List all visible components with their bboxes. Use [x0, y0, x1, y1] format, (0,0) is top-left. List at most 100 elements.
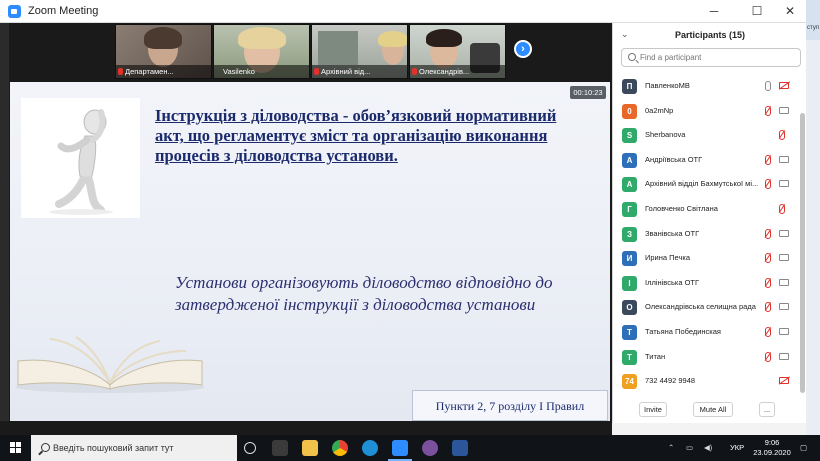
camera-icon[interactable]: [779, 278, 789, 286]
background-cabinet: [318, 31, 358, 65]
avatar: 0: [622, 103, 637, 119]
camera-off-icon[interactable]: [779, 377, 789, 385]
participant-row[interactable]: 74 732 4492 9948: [613, 370, 799, 395]
windows-start-button[interactable]: [10, 442, 22, 454]
avatar: О: [622, 300, 637, 316]
participant-row[interactable]: 0 0a2mNp: [613, 100, 799, 125]
avatar: 74: [622, 374, 637, 390]
participant-row[interactable]: І Іллінівська ОТГ: [613, 272, 799, 297]
video-thumbnail[interactable]: Олександрів...: [409, 24, 506, 79]
video-thumbnail[interactable]: Департамен...: [115, 24, 212, 79]
participant-row[interactable]: Т Титан: [613, 346, 799, 371]
recording-timer: 00:10:23: [570, 86, 606, 99]
participant-hair: [378, 31, 407, 47]
window-titlebar: Zoom Meeting ─ ☐ ✕: [0, 0, 806, 23]
participant-hair: [238, 27, 286, 49]
windows-taskbar: Введіть пошуковий запит тут ⌃ ▭ ◀) УКР 9…: [0, 435, 820, 461]
muted-mic-icon[interactable]: [765, 253, 771, 264]
network-icon[interactable]: ▭: [686, 443, 693, 452]
participant-row[interactable]: А Андріївська ОТГ: [613, 149, 799, 174]
camera-icon[interactable]: [779, 303, 789, 311]
language-indicator[interactable]: УКР: [730, 443, 744, 452]
invite-button[interactable]: Invite: [639, 402, 667, 417]
viber-icon[interactable]: [422, 440, 438, 456]
avatar: П: [622, 79, 637, 94]
participant-row[interactable]: Г Головченко Світлана: [613, 198, 799, 223]
participant-search[interactable]: [621, 48, 801, 67]
participants-panel: ⌄ Participants (15) П ПавленкоМВ 0 0a2mNp SS…: [612, 23, 806, 423]
thumbnail-name: Департамен...: [116, 65, 211, 78]
camera-icon[interactable]: [779, 352, 789, 360]
clock-time: 9:06: [764, 438, 780, 447]
camera-icon[interactable]: [779, 327, 789, 335]
taskbar-search-box[interactable]: Введіть пошуковий запит тут: [31, 435, 237, 461]
camera-icon[interactable]: [779, 106, 789, 114]
word-icon[interactable]: [452, 440, 468, 456]
task-view-icon[interactable]: [244, 442, 256, 454]
participant-list-scrollbar[interactable]: [800, 113, 805, 393]
thinking-figure-icon: [49, 109, 113, 215]
muted-mic-icon[interactable]: [765, 154, 771, 165]
camera-icon[interactable]: [779, 254, 789, 262]
clock-date: 23.09.2020: [753, 448, 791, 457]
next-page-button[interactable]: ›: [514, 40, 532, 58]
participant-row[interactable]: З Званівська ОТГ: [613, 223, 799, 248]
mute-all-button[interactable]: Mute All: [693, 402, 733, 417]
zoom-icon[interactable]: [392, 440, 408, 456]
muted-mic-icon[interactable]: [779, 130, 785, 141]
search-icon: [41, 443, 50, 452]
panel-bottom: [612, 423, 806, 435]
thumbnail-name: Vasilenko: [214, 65, 309, 78]
slide-body-text: Установи організовують діловодство відпо…: [175, 273, 553, 314]
window-title: Zoom Meeting: [28, 5, 99, 17]
camera-icon[interactable]: [779, 180, 789, 188]
camera-icon[interactable]: [779, 229, 789, 237]
participant-name: Архівний відділ Бахмутської мі...: [645, 179, 759, 189]
notifications-icon[interactable]: ▢: [800, 443, 807, 452]
camera-icon[interactable]: [779, 155, 789, 163]
participant-row[interactable]: Т Татьяна Побединская: [613, 321, 799, 346]
muted-mic-icon[interactable]: [765, 302, 771, 313]
chrome-icon[interactable]: [332, 440, 348, 456]
participant-search-input[interactable]: [640, 51, 796, 64]
volume-icon[interactable]: ◀): [704, 443, 712, 452]
participant-row[interactable]: А Архівний відділ Бахмутської мі...: [613, 173, 799, 198]
muted-mic-icon[interactable]: [779, 203, 785, 214]
slide-heading: Інструкція з діловодства - обов’язковий …: [155, 106, 557, 165]
close-button[interactable]: ✕: [776, 2, 804, 21]
avatar: З: [622, 226, 637, 242]
participant-name: Олександрівська селищна рада: [645, 302, 756, 312]
muted-mic-icon[interactable]: [765, 228, 771, 239]
video-thumbnail[interactable]: Vasilenko: [213, 24, 310, 79]
tray-up-arrow-icon[interactable]: ⌃: [668, 443, 674, 452]
more-button[interactable]: ...: [759, 402, 775, 417]
muted-mic-icon[interactable]: [765, 351, 771, 362]
avatar: Г: [622, 201, 637, 217]
background-window-text: ступ: [807, 25, 820, 31]
muted-mic-icon[interactable]: [765, 277, 771, 288]
calculator-icon[interactable]: [272, 440, 288, 456]
muted-mic-icon[interactable]: [765, 179, 771, 190]
maximize-button[interactable]: ☐: [743, 2, 771, 21]
camera-off-icon[interactable]: [779, 82, 789, 89]
mic-icon[interactable]: [765, 81, 771, 91]
participant-row[interactable]: П ПавленкоМВ: [613, 75, 799, 100]
minimize-button[interactable]: ─: [700, 2, 728, 21]
participant-row[interactable]: И Ирина Печка: [613, 247, 799, 272]
muted-mic-icon[interactable]: [765, 326, 771, 337]
edge-icon[interactable]: [362, 440, 378, 456]
muted-mic-icon: [118, 68, 123, 75]
left-edge: [0, 23, 9, 435]
taskbar-clock[interactable]: 9:06 23.09.2020: [750, 438, 794, 458]
open-book-image: [10, 327, 210, 402]
participant-name: Титан: [645, 351, 666, 361]
participant-row[interactable]: S Sherbanova: [613, 124, 799, 149]
participant-row[interactable]: О Олександрівська селищна рада: [613, 296, 799, 321]
muted-mic-icon[interactable]: [765, 105, 771, 116]
avatar: И: [622, 251, 637, 267]
muted-mic-icon: [314, 68, 319, 75]
video-area-bottom: [0, 421, 612, 435]
file-explorer-icon[interactable]: [302, 440, 318, 456]
avatar: S: [622, 128, 637, 144]
video-thumbnail[interactable]: Архівний від...: [311, 24, 408, 79]
